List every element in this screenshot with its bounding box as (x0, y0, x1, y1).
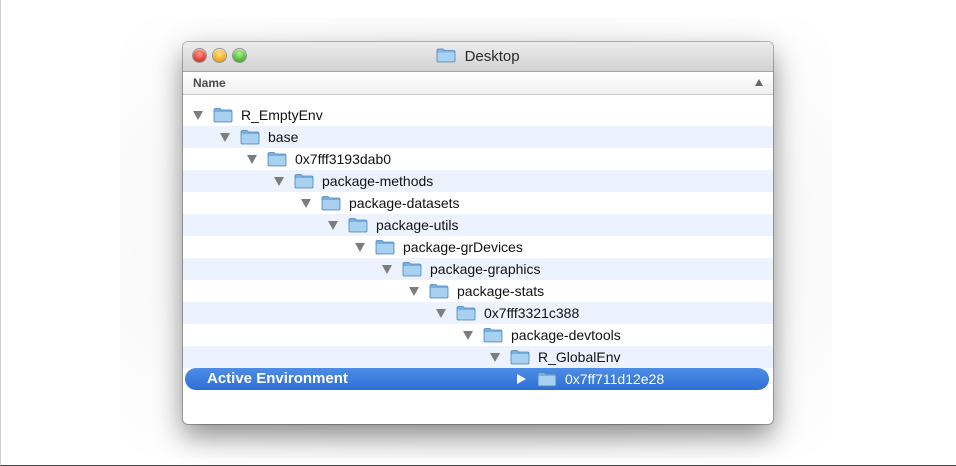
list-item-label: R_EmptyEnv (241, 107, 323, 123)
folder-icon (321, 196, 341, 211)
folder-icon (240, 130, 260, 145)
list-item[interactable]: package-grDevices (183, 236, 773, 258)
column-header[interactable]: Name (183, 72, 773, 95)
list-item-label: package-methods (322, 173, 434, 189)
list-item-label: base (268, 129, 299, 145)
list-item[interactable]: package-datasets (183, 192, 773, 214)
window-title-wrap: Desktop (183, 47, 773, 66)
list-item-label: 0x7fff3193dab0 (295, 151, 392, 167)
active-environment-label: Active Environment (207, 370, 348, 387)
folder-icon (267, 152, 287, 167)
folder-icon (537, 372, 557, 387)
disclosure-expanded-icon[interactable] (409, 286, 419, 296)
name-column-header[interactable]: Name (193, 76, 226, 90)
disclosure-expanded-icon[interactable] (220, 132, 230, 142)
list-item[interactable]: package-utils (183, 214, 773, 236)
list-item-label: package-graphics (430, 261, 541, 277)
disclosure-collapsed-icon[interactable] (517, 374, 526, 384)
list-item[interactable]: R_GlobalEnv (183, 346, 773, 368)
disclosure-expanded-icon[interactable] (463, 330, 473, 340)
folder-icon (213, 108, 233, 123)
list-item-label: package-utils (376, 217, 459, 233)
folder-icon (483, 328, 503, 343)
folder-icon (348, 218, 368, 233)
disclosure-expanded-icon[interactable] (274, 176, 284, 186)
list-item-label: R_GlobalEnv (538, 349, 621, 365)
folder-icon (510, 350, 530, 365)
folder-icon (429, 284, 449, 299)
folder-icon (402, 262, 422, 277)
list-item[interactable]: package-stats (183, 280, 773, 302)
list-item[interactable]: 0x7fff3193dab0 (183, 148, 773, 170)
list-item[interactable]: package-devtools (183, 324, 773, 346)
window-title: Desktop (464, 48, 520, 65)
list-item[interactable]: base (183, 126, 773, 148)
disclosure-expanded-icon[interactable] (490, 352, 500, 362)
disclosure-expanded-icon[interactable] (355, 242, 365, 252)
folder-icon (456, 306, 476, 321)
list-item-label: package-datasets (349, 195, 460, 211)
list-item-selected[interactable]: Active Environment 0x7ff711d12e28 (183, 368, 773, 390)
disclosure-expanded-icon[interactable] (247, 154, 257, 164)
list-item[interactable]: package-methods (183, 170, 773, 192)
folder-icon (294, 174, 314, 189)
disclosure-expanded-icon[interactable] (436, 308, 446, 318)
disclosure-expanded-icon[interactable] (328, 220, 338, 230)
list-item-label: 0x7fff3321c388 (484, 305, 580, 321)
list-item[interactable]: 0x7fff3321c388 (183, 302, 773, 324)
finder-window: Desktop Name R_EmptyEnvbase 0x7fff3193dab… (183, 42, 773, 424)
title-bar[interactable]: Desktop (183, 42, 773, 72)
disclosure-expanded-icon[interactable] (193, 110, 203, 120)
list-item-label: 0x7ff711d12e28 (565, 371, 665, 387)
folder-icon (375, 240, 395, 255)
outline-list: R_EmptyEnvbase 0x7fff3193dab0 package-meth… (183, 104, 773, 390)
list-item[interactable]: package-graphics (183, 258, 773, 280)
disclosure-expanded-icon[interactable] (301, 198, 311, 208)
list-item-label: package-devtools (511, 327, 621, 343)
list-item-label: package-stats (457, 283, 545, 299)
disclosure-expanded-icon[interactable] (382, 264, 392, 274)
list-item-label: package-grDevices (403, 239, 523, 255)
sort-ascending-icon[interactable] (755, 79, 763, 86)
list-item[interactable]: R_EmptyEnv (183, 104, 773, 126)
folder-icon (436, 48, 456, 63)
